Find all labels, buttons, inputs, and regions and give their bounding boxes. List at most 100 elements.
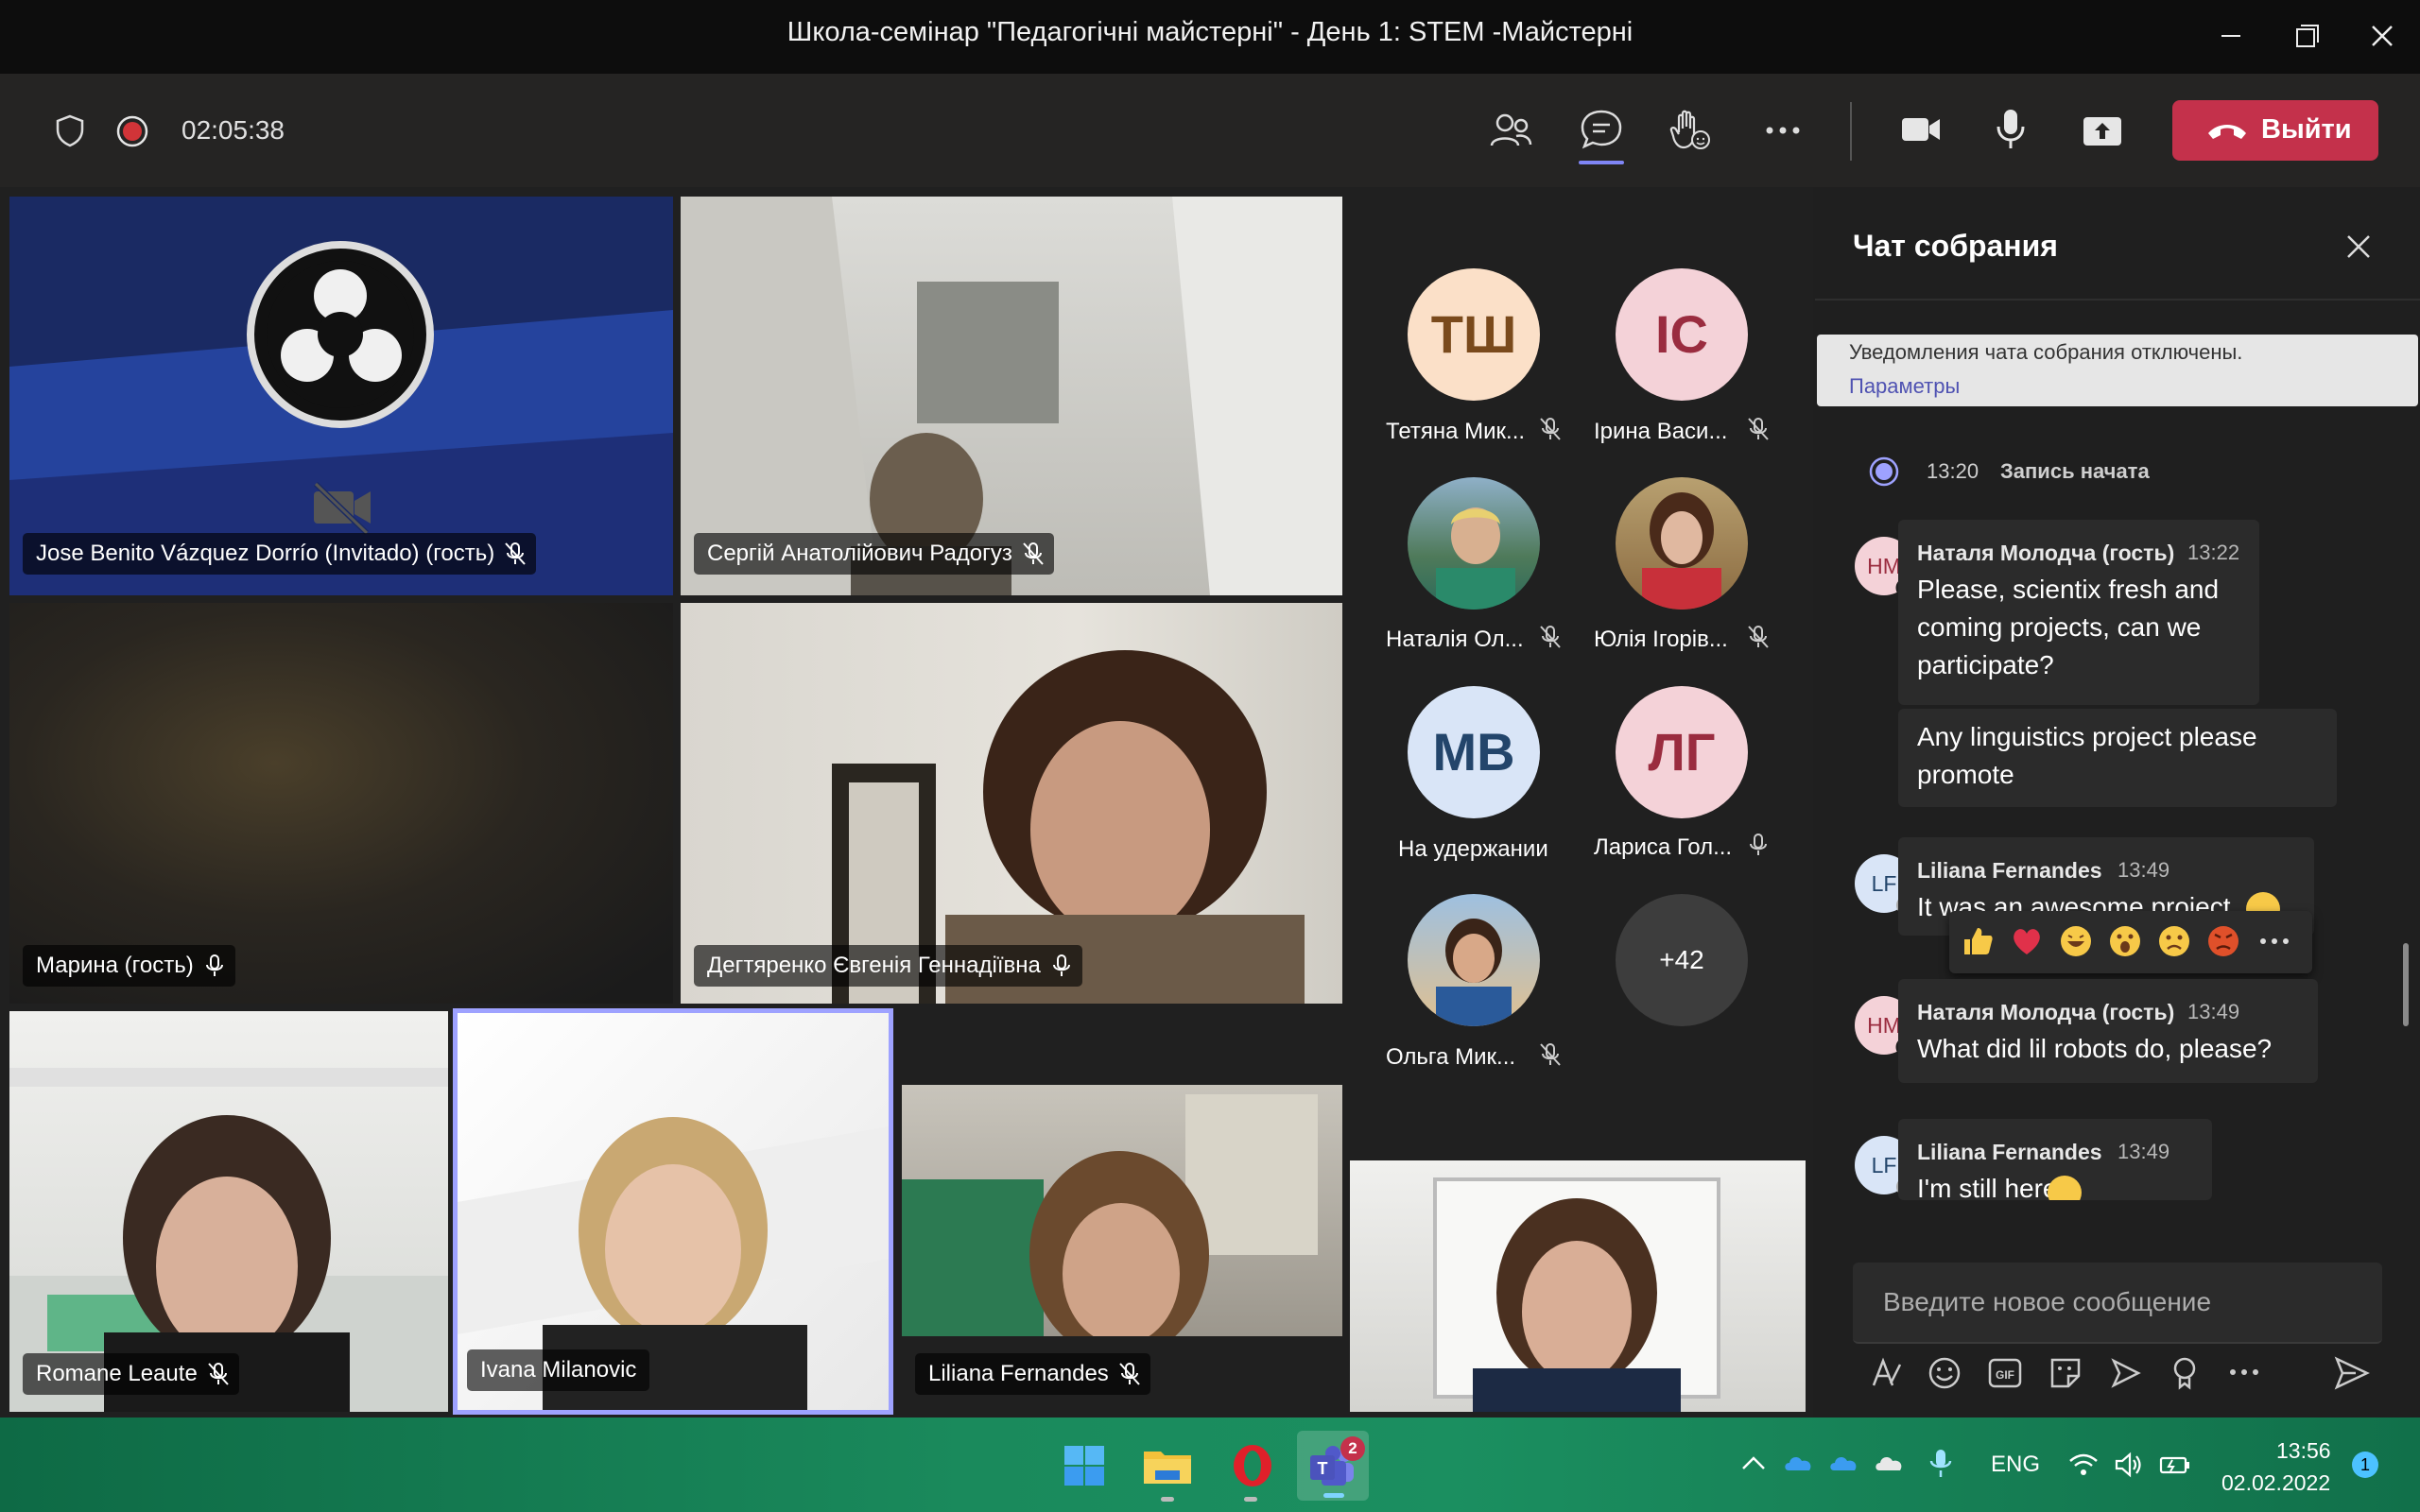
- laugh-reaction-icon[interactable]: [2059, 924, 2093, 958]
- mic-icon: [1750, 833, 1767, 855]
- clock-time[interactable]: 13:56: [2276, 1438, 2331, 1464]
- meet-now-icon[interactable]: [2108, 1355, 2144, 1391]
- chevron-up-icon[interactable]: [1739, 1453, 1768, 1472]
- smiley-emoji-icon: [2048, 1176, 2082, 1200]
- meeting-timer: 02:05:38: [182, 115, 285, 145]
- sticker-icon[interactable]: [2048, 1355, 2083, 1391]
- chat-button[interactable]: [1577, 108, 1626, 173]
- start-button-icon[interactable]: [1063, 1444, 1106, 1487]
- recording-started-icon: [1869, 456, 1899, 487]
- video-tile-active-speaker[interactable]: Ivana Milanovic: [453, 1008, 893, 1415]
- opera-browser-icon[interactable]: [1231, 1442, 1274, 1489]
- participant-avatar[interactable]: МВ: [1408, 686, 1540, 818]
- chat-message[interactable]: Наталя Молодча (гость) 13:22 Please, sci…: [1898, 520, 2259, 705]
- wifi-icon[interactable]: [2068, 1452, 2099, 1478]
- file-explorer-icon[interactable]: [1142, 1444, 1193, 1487]
- microphone-button[interactable]: [1995, 108, 2027, 156]
- participant-avatar[interactable]: ІС: [1616, 268, 1748, 401]
- battery-icon[interactable]: [2159, 1452, 2191, 1478]
- more-reactions-icon[interactable]: [2257, 936, 2291, 947]
- gif-icon[interactable]: GIF: [1987, 1357, 2023, 1389]
- hang-up-icon: [2208, 125, 2246, 139]
- minimize-button[interactable]: [2203, 13, 2259, 59]
- mic-icon: [1052, 954, 1070, 976]
- participant-photo[interactable]: [1408, 894, 1540, 1026]
- more-participants-button[interactable]: +42: [1616, 894, 1748, 1026]
- close-icon[interactable]: [2344, 232, 2373, 261]
- volume-icon[interactable]: [2114, 1452, 2144, 1478]
- praise-icon[interactable]: [2170, 1355, 2199, 1391]
- svg-text:T: T: [1318, 1459, 1328, 1478]
- onedrive-icon[interactable]: [1828, 1452, 1860, 1474]
- video-feed: [9, 1068, 448, 1412]
- participant-name: Юлія Ігорів...: [1594, 627, 1728, 652]
- leave-button[interactable]: Выйти: [2172, 100, 2378, 161]
- more-options-icon[interactable]: [2227, 1366, 2261, 1378]
- chat-notification-banner: Уведомления чата собрания отключены. Пар…: [1817, 335, 2418, 406]
- onedrive-icon[interactable]: [1783, 1452, 1815, 1474]
- message-input[interactable]: [1853, 1263, 2375, 1342]
- participant-name: Наталія Ол...: [1386, 627, 1524, 652]
- chat-message[interactable]: Any linguistics project please promote: [1898, 709, 2337, 807]
- window-title: Школа-семінар "Педагогічні майстерні" - …: [786, 17, 1634, 47]
- mic-off-icon: [1540, 1043, 1561, 1066]
- people-button[interactable]: [1488, 110, 1533, 156]
- notification-badge[interactable]: 1: [2352, 1452, 2378, 1478]
- participant-name-tag: Romane Leaute: [23, 1353, 239, 1395]
- video-tile[interactable]: Сергій Анатолійович Радогуз: [681, 197, 1342, 595]
- participant-name-tag: Jose Benito Vázquez Dorrío (Invitado) (г…: [23, 533, 537, 575]
- chat-message[interactable]: Наталя Молодча (гость) 13:49 What did li…: [1898, 979, 2318, 1083]
- chat-message[interactable]: Liliana Fernandes 13:49 I'm still here: [1898, 1119, 2212, 1200]
- cloud-icon[interactable]: [1874, 1452, 1906, 1474]
- restore-button[interactable]: [2278, 13, 2335, 59]
- angry-reaction-icon[interactable]: [2206, 924, 2240, 958]
- system-message-text: Запись начата: [2000, 459, 2150, 483]
- reaction-bar: [1949, 911, 2312, 973]
- emoji-icon[interactable]: [1927, 1355, 1962, 1391]
- video-tile[interactable]: Jose Benito Vázquez Dorrío (Invitado) (г…: [9, 197, 673, 595]
- camera-button[interactable]: [1900, 113, 1942, 150]
- taskbar: [0, 1418, 2420, 1512]
- participant-avatar[interactable]: ТШ: [1408, 268, 1540, 401]
- participant-name-tag: Дегтяренко Євгенія Геннадіївна: [694, 945, 1082, 987]
- message-compose-box[interactable]: [1853, 1263, 2382, 1344]
- video-tile[interactable]: Дегтяренко Євгенія Геннадіївна: [681, 603, 1342, 1004]
- video-tile[interactable]: [902, 1085, 1342, 1336]
- participant-name-tag: Сергій Анатолійович Радогуз: [694, 533, 1054, 575]
- format-icon[interactable]: [1868, 1355, 1904, 1391]
- video-tile[interactable]: Romane Leaute: [9, 1011, 448, 1412]
- participant-name-tag: Ivana Milanovic: [467, 1349, 650, 1391]
- active-indicator: [1323, 1493, 1344, 1498]
- toolbar-divider: [1850, 102, 1852, 161]
- participant-avatar[interactable]: ЛГ: [1616, 686, 1748, 818]
- mic-off-icon: [505, 542, 527, 565]
- video-tile[interactable]: [1350, 1160, 1806, 1412]
- share-button[interactable]: [2082, 113, 2123, 152]
- video-feed: [832, 650, 1305, 1004]
- scrollbar-thumb[interactable]: [2403, 943, 2409, 1026]
- meeting-toolbar: [0, 74, 2420, 187]
- participant-name: Ольга Мик...: [1386, 1044, 1516, 1070]
- settings-link[interactable]: Параметры: [1849, 374, 1960, 399]
- close-window-button[interactable]: [2354, 13, 2411, 59]
- more-options-button[interactable]: [1764, 121, 1802, 145]
- participant-name: Тетяна Мик...: [1386, 419, 1526, 444]
- send-icon[interactable]: [2333, 1355, 2371, 1391]
- raise-hand-button[interactable]: [1669, 108, 1711, 156]
- teams-taskbar-button[interactable]: T 2: [1297, 1431, 1369, 1501]
- clock-date[interactable]: 02.02.2022: [2221, 1470, 2330, 1496]
- mic-off-icon: [208, 1363, 229, 1385]
- participant-photo[interactable]: [1408, 477, 1540, 610]
- video-tile[interactable]: Марина (гость): [9, 603, 673, 1004]
- participant-photo[interactable]: [1616, 477, 1748, 610]
- surprised-reaction-icon[interactable]: [2108, 924, 2142, 958]
- shield-icon[interactable]: [53, 113, 87, 152]
- participant-name-tag: Liliana Fernandes: [915, 1353, 1150, 1395]
- chat-title: Чат собрания: [1853, 229, 2058, 263]
- input-language[interactable]: ENG: [1991, 1452, 2040, 1478]
- heart-reaction-icon[interactable]: [2010, 924, 2044, 958]
- like-reaction-icon[interactable]: [1961, 924, 1995, 958]
- sad-reaction-icon[interactable]: [2157, 924, 2191, 958]
- participant-name: Лариса Гол...: [1594, 834, 1733, 860]
- microphone-in-use-icon[interactable]: [1928, 1448, 1953, 1480]
